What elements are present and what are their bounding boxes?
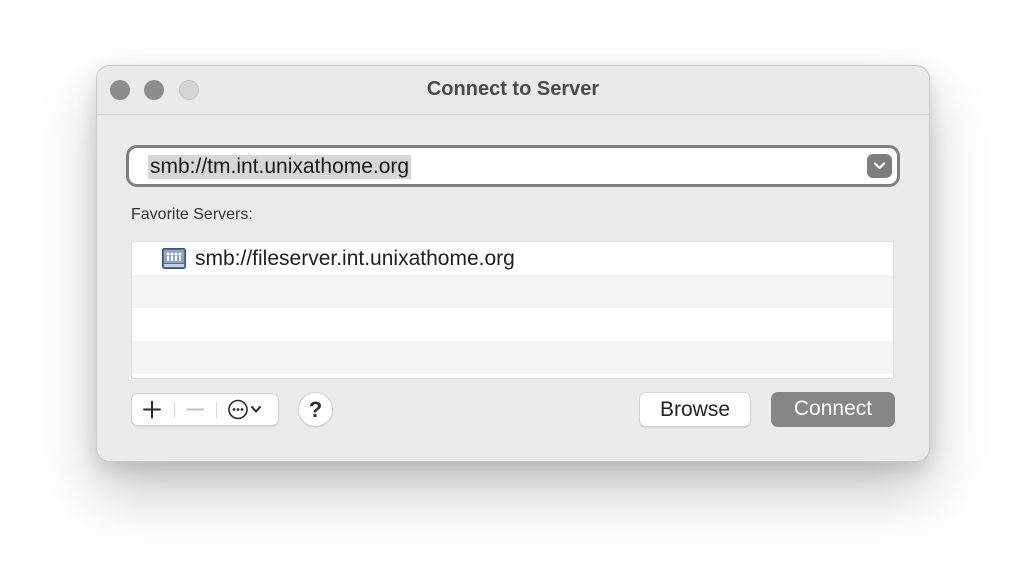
favorites-segmented-control [131, 393, 279, 426]
favorite-server-name: smb://fileserver.int.unixathome.org [195, 247, 515, 270]
server-address-input[interactable]: smb://tm.int.unixathome.org [148, 155, 412, 179]
favorites-action-menu-button[interactable] [216, 394, 278, 425]
chevron-down-icon [873, 162, 886, 170]
list-item [132, 275, 893, 308]
zoom-window-button [179, 80, 199, 100]
favorite-servers-label: Favorite Servers: [131, 206, 253, 223]
connect-to-server-window: Connect to Server smb://tm.int.unixathom… [96, 65, 930, 462]
list-item [132, 341, 893, 374]
help-button[interactable]: ? [298, 392, 333, 427]
server-address-combobox[interactable]: smb://tm.int.unixathome.org [126, 145, 900, 187]
add-favorite-button[interactable] [132, 394, 174, 425]
ellipsis-circle-icon [228, 399, 261, 420]
window-title: Connect to Server [426, 78, 600, 100]
minimize-window-button[interactable] [144, 80, 164, 100]
list-item[interactable]: smb://fileserver.int.unixathome.org [132, 242, 893, 275]
remove-favorite-button[interactable] [174, 394, 216, 425]
plus-icon [143, 400, 161, 419]
recent-servers-dropdown-button[interactable] [867, 154, 892, 178]
list-item [132, 308, 893, 341]
minus-icon [186, 408, 204, 411]
network-server-icon [162, 248, 186, 269]
list-item [132, 374, 893, 378]
desktop: Connect to Server smb://tm.int.unixathom… [0, 0, 1024, 587]
title-bar[interactable]: Connect to Server [97, 66, 929, 115]
favorite-servers-list[interactable]: smb://fileserver.int.unixathome.org [131, 241, 894, 379]
connect-button[interactable]: Connect [771, 392, 895, 427]
browse-button[interactable]: Browse [639, 392, 751, 427]
close-window-button[interactable] [110, 80, 130, 100]
